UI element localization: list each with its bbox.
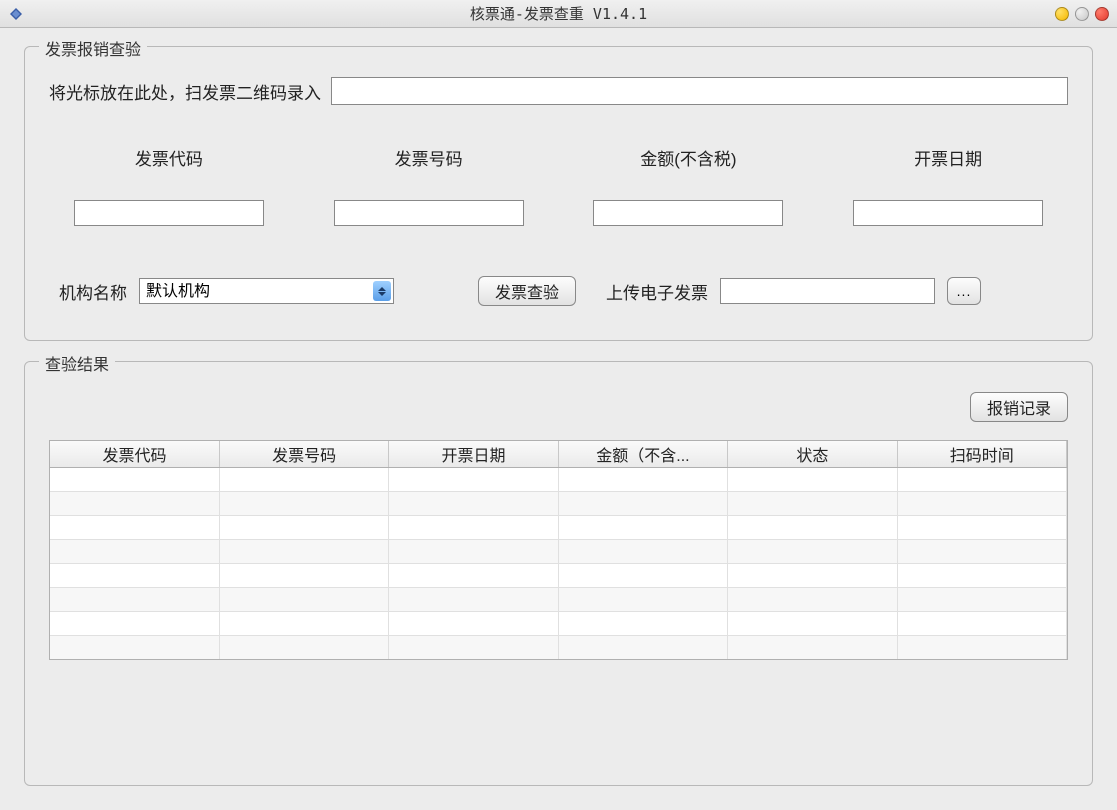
- app-icon: [8, 6, 24, 22]
- invoice-number-field: 发票号码: [319, 145, 539, 226]
- content-area: 发票报销查验 将光标放在此处，扫发票二维码录入 发票代码 发票号码 金额(不含税…: [0, 28, 1117, 810]
- scan-row: 将光标放在此处，扫发票二维码录入: [49, 77, 1068, 105]
- maximize-button[interactable]: [1075, 7, 1089, 21]
- table-row[interactable]: [50, 467, 1067, 491]
- col-invoice-number[interactable]: 发票号码: [219, 441, 388, 467]
- issue-date-label: 开票日期: [914, 145, 982, 170]
- window-title: 核票通-发票查重 V1.4.1: [470, 3, 647, 24]
- result-groupbox-title: 查验结果: [39, 351, 115, 375]
- col-status[interactable]: 状态: [728, 441, 897, 467]
- col-amount[interactable]: 金额（不含...: [558, 441, 727, 467]
- amount-label: 金额(不含税): [640, 145, 736, 170]
- verify-button[interactable]: 发票查验: [478, 276, 576, 306]
- upload-path-input[interactable]: [720, 278, 935, 304]
- col-scan-time[interactable]: 扫码时间: [897, 441, 1066, 467]
- col-issue-date[interactable]: 开票日期: [389, 441, 558, 467]
- scan-label: 将光标放在此处，扫发票二维码录入: [49, 79, 321, 104]
- col-invoice-code[interactable]: 发票代码: [50, 441, 219, 467]
- invoice-code-label: 发票代码: [135, 145, 203, 170]
- inspect-groupbox: 发票报销查验 将光标放在此处，扫发票二维码录入 发票代码 发票号码 金额(不含税…: [24, 46, 1093, 341]
- browse-button[interactable]: ...: [947, 277, 981, 305]
- inspect-groupbox-title: 发票报销查验: [39, 36, 147, 60]
- org-label: 机构名称: [59, 279, 127, 304]
- amount-field: 金额(不含税): [579, 145, 799, 226]
- titlebar: 核票通-发票查重 V1.4.1: [0, 0, 1117, 28]
- app-window: 核票通-发票查重 V1.4.1 发票报销查验 将光标放在此处，扫发票二维码录入 …: [0, 0, 1117, 810]
- invoice-number-input[interactable]: [334, 200, 524, 226]
- window-controls: [1055, 7, 1109, 21]
- invoice-code-field: 发票代码: [59, 145, 279, 226]
- org-select[interactable]: 默认机构: [139, 278, 394, 304]
- result-table-body: [50, 467, 1067, 659]
- amount-input[interactable]: [593, 200, 783, 226]
- table-row[interactable]: [50, 515, 1067, 539]
- table-row[interactable]: [50, 539, 1067, 563]
- history-button[interactable]: 报销记录: [970, 392, 1068, 422]
- result-table-wrap[interactable]: 发票代码 发票号码 开票日期 金额（不含... 状态 扫码时间: [49, 440, 1068, 660]
- minimize-button[interactable]: [1055, 7, 1069, 21]
- invoice-number-label: 发票号码: [395, 145, 463, 170]
- result-groupbox: 查验结果 报销记录 发票代码 发票号码 开票日期 金额（不含... 状态 扫码时…: [24, 361, 1093, 786]
- result-table: 发票代码 发票号码 开票日期 金额（不含... 状态 扫码时间: [50, 441, 1067, 660]
- invoice-code-input[interactable]: [74, 200, 264, 226]
- issue-date-input[interactable]: [853, 200, 1043, 226]
- result-actions-row: 报销记录: [49, 392, 1068, 422]
- action-row: 机构名称 默认机构 发票查验 上传电子发票 ...: [49, 276, 1068, 316]
- issue-date-field: 开票日期: [838, 145, 1058, 226]
- upload-label: 上传电子发票: [606, 279, 708, 304]
- table-row[interactable]: [50, 611, 1067, 635]
- table-row[interactable]: [50, 635, 1067, 659]
- scan-input[interactable]: [331, 77, 1068, 105]
- close-button[interactable]: [1095, 7, 1109, 21]
- table-row[interactable]: [50, 587, 1067, 611]
- table-row[interactable]: [50, 491, 1067, 515]
- org-combo-wrapper: 默认机构: [139, 278, 394, 304]
- fields-row: 发票代码 发票号码 金额(不含税) 开票日期: [49, 145, 1068, 226]
- table-row[interactable]: [50, 563, 1067, 587]
